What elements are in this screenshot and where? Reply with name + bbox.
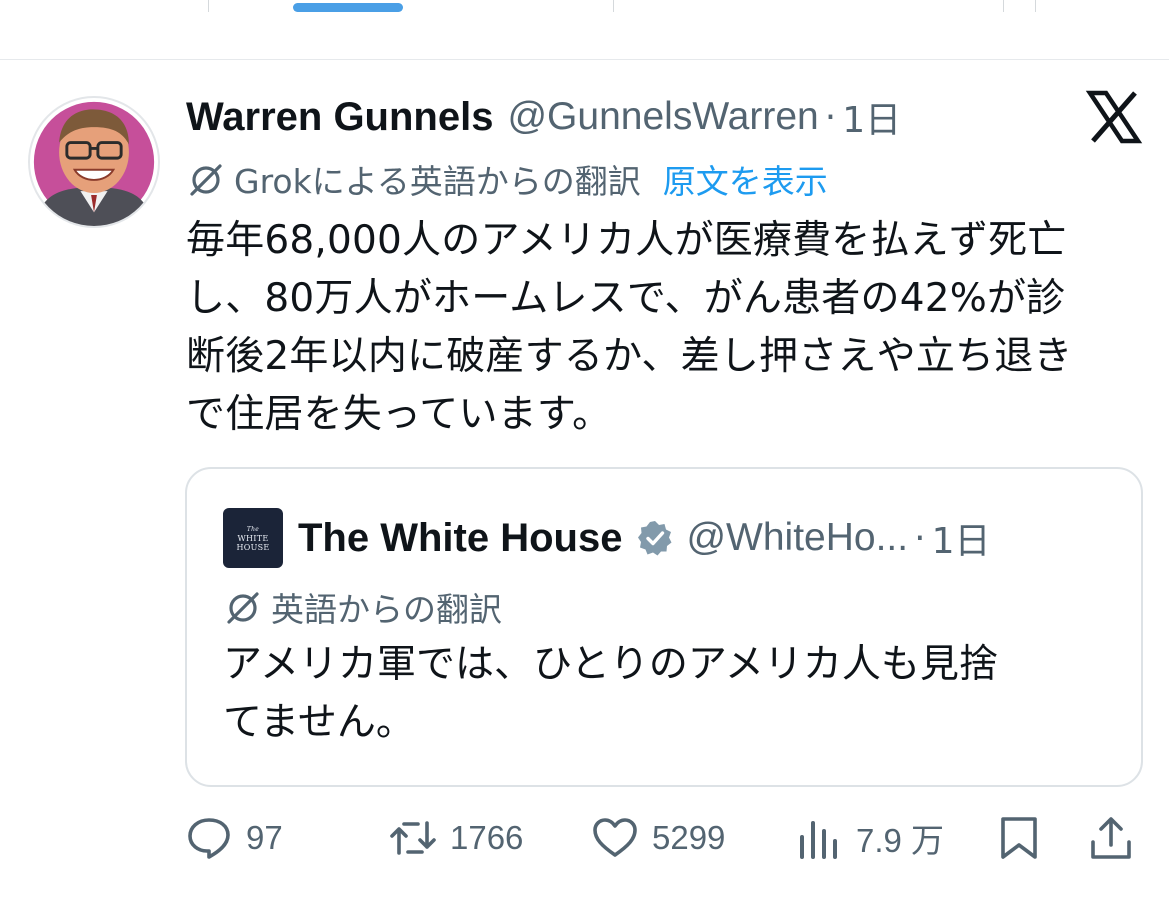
view-count: 7.9 万 <box>856 822 945 859</box>
reply-count: 97 <box>246 819 283 856</box>
tweet-body: 毎年68,000人のアメリカ人が医療費を払えず死亡 し、80万人がホームレスで、… <box>186 218 1073 437</box>
quoted-tweet-body: アメリカ軍では、ひとりのアメリカ人も見捨 てません。 <box>223 642 998 745</box>
share-button[interactable] <box>1088 808 1134 868</box>
tweet-timestamp[interactable]: 1日 <box>842 91 901 143</box>
tab-divider <box>208 0 209 12</box>
repost-count: 1766 <box>450 819 524 856</box>
quoted-tweet-header: The White House @WhiteHo... · 1日 <box>298 509 990 567</box>
avatar-text: WHITE <box>237 533 269 543</box>
views-icon <box>800 821 837 859</box>
like-icon <box>593 818 637 857</box>
author-handle[interactable]: @GunnelsWarren <box>507 95 818 139</box>
tweet-actions: 97 1766 5299 7.9 万 <box>0 808 1169 868</box>
verified-badge-icon <box>638 521 672 556</box>
bookmark-icon <box>1001 817 1037 859</box>
quoted-tweet-card[interactable]: The WHITE HOUSE The White House @WhiteHo… <box>185 467 1143 787</box>
tab-divider <box>1003 0 1004 12</box>
reply-icon <box>188 818 230 859</box>
tweet-header: Warren Gunnels @GunnelsWarren · 1日 <box>186 90 901 144</box>
translation-label: Grokによる英語からの翻訳 <box>234 162 641 201</box>
views-button[interactable]: 7.9 万 <box>796 808 944 868</box>
repost-button[interactable]: 1766 <box>390 808 523 868</box>
separator-dot: · <box>914 517 926 559</box>
x-logo-icon[interactable] <box>1085 88 1143 146</box>
avatar-text: The <box>246 525 260 533</box>
separator-dot: · <box>824 96 837 138</box>
tab-divider <box>1035 0 1036 12</box>
translate-icon <box>190 164 222 196</box>
translate-icon <box>227 592 259 624</box>
translation-notice: Grokによる英語からの翻訳 原文を表示 <box>186 156 828 202</box>
tab-bar <box>0 0 1169 60</box>
avatar-text: HOUSE <box>236 542 270 552</box>
quoted-author-name[interactable]: The White House <box>298 516 622 561</box>
repost-icon <box>390 821 436 855</box>
active-tab-indicator[interactable] <box>293 3 403 12</box>
quoted-translation-label: 英語からの翻訳 <box>271 590 502 629</box>
bookmark-button[interactable] <box>996 808 1042 868</box>
author-avatar[interactable] <box>28 96 160 228</box>
quoted-translation-notice: 英語からの翻訳 <box>223 584 502 630</box>
like-count: 5299 <box>652 819 726 856</box>
tab-divider <box>613 0 614 12</box>
like-button[interactable]: 5299 <box>592 808 725 868</box>
show-original-link[interactable]: 原文を表示 <box>663 155 828 203</box>
share-icon <box>1091 817 1131 859</box>
author-name[interactable]: Warren Gunnels <box>186 95 493 140</box>
quoted-author-handle[interactable]: @WhiteHo... <box>686 516 908 560</box>
reply-button[interactable]: 97 <box>186 808 283 868</box>
quoted-tweet-timestamp[interactable]: 1日 <box>932 512 991 564</box>
quoted-author-avatar[interactable]: The WHITE HOUSE <box>223 508 283 568</box>
